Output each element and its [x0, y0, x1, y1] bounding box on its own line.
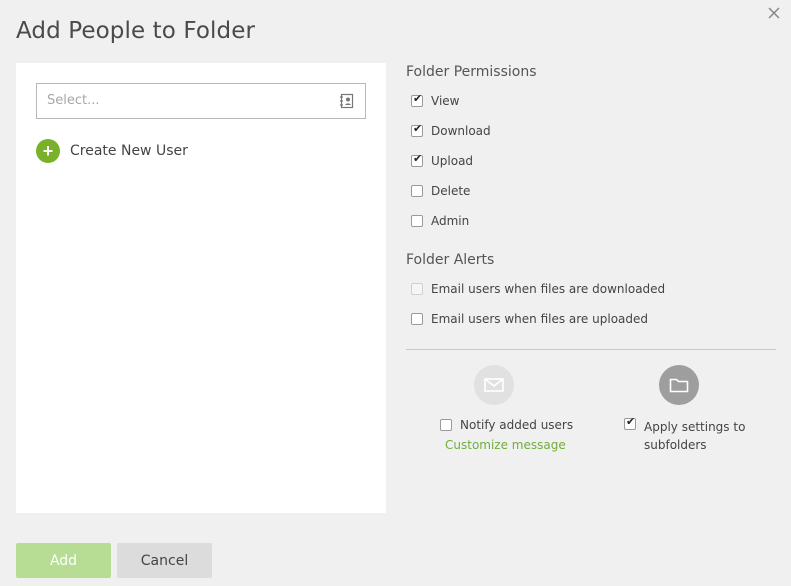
alert-label: Email users when files are uploaded — [431, 312, 649, 326]
address-book-icon[interactable] — [339, 93, 355, 109]
checkbox[interactable] — [411, 313, 423, 325]
checkbox[interactable]: ✔ — [624, 416, 636, 430]
folder-permissions-title: Folder Permissions — [406, 64, 537, 80]
permission-label: Delete — [431, 184, 471, 198]
checkbox[interactable] — [411, 283, 423, 295]
permission-admin[interactable]: Admin — [411, 214, 469, 228]
notify-added-users[interactable]: Notify added users — [440, 418, 573, 432]
create-new-user-button[interactable]: + Create New User — [36, 139, 188, 163]
create-user-label: Create New User — [70, 143, 188, 159]
people-select-input[interactable]: Select... — [36, 83, 366, 119]
plus-circle-icon: + — [36, 139, 60, 163]
checkbox[interactable] — [440, 419, 452, 431]
checkbox[interactable] — [411, 215, 423, 227]
folder-alerts-title: Folder Alerts — [406, 252, 495, 268]
select-placeholder: Select... — [47, 93, 100, 108]
add-button[interactable]: Add — [16, 543, 111, 578]
folder-icon — [659, 365, 699, 405]
checkbox[interactable]: ✔ — [411, 123, 423, 137]
notify-label: Notify added users — [460, 418, 574, 432]
checkbox[interactable]: ✔ — [411, 153, 423, 167]
permission-view[interactable]: ✔ View — [411, 93, 460, 108]
customize-message-link[interactable]: Customize message — [445, 438, 566, 452]
people-panel: Select... + Create New User — [16, 63, 386, 513]
permission-delete[interactable]: Delete — [411, 184, 470, 198]
checkbox[interactable]: ✔ — [411, 93, 423, 107]
mail-icon — [474, 365, 514, 405]
cancel-button[interactable]: Cancel — [117, 543, 212, 578]
dialog-title: Add People to Folder — [16, 18, 256, 44]
checkbox[interactable] — [411, 185, 423, 197]
permission-label: Admin — [431, 214, 470, 228]
apply-settings-label: Apply settings to subfolders — [644, 420, 746, 452]
alert-uploaded[interactable]: Email users when files are uploaded — [411, 312, 648, 326]
alert-downloaded[interactable]: Email users when files are downloaded — [411, 282, 665, 296]
permission-upload[interactable]: ✔ Upload — [411, 153, 474, 168]
divider — [406, 349, 776, 350]
permission-label: Download — [431, 124, 491, 138]
alert-label: Email users when files are downloaded — [431, 282, 666, 296]
permission-label: View — [431, 94, 460, 108]
permission-download[interactable]: ✔ Download — [411, 123, 491, 138]
permission-label: Upload — [431, 154, 474, 168]
close-icon[interactable] — [767, 6, 781, 20]
apply-to-subfolders[interactable]: ✔ — [624, 416, 636, 430]
